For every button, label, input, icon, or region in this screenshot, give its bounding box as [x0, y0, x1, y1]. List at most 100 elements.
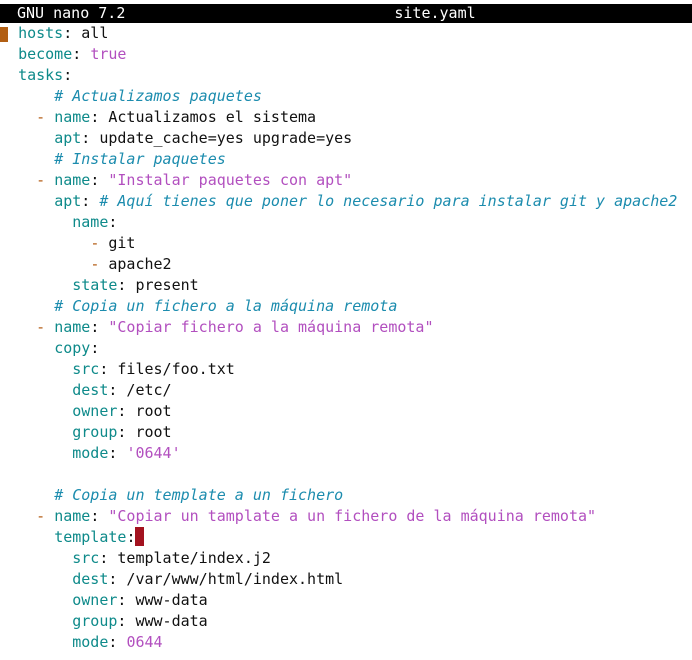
code-token: - [36, 507, 55, 525]
editor-line[interactable]: - name: "Copiar fichero a la máquina rem… [0, 317, 692, 338]
editor-line[interactable]: - apache2 [0, 254, 692, 275]
code-token: git [108, 234, 136, 252]
editor-line[interactable]: mode: '0644' [0, 443, 692, 464]
editor-line[interactable]: hosts: all [0, 23, 692, 44]
editor-line[interactable]: apt: # Aquí tienes que poner lo necesari… [0, 191, 692, 212]
code-token: copy [54, 339, 91, 357]
code-token: dest [72, 570, 109, 588]
editor-line[interactable]: # Copia un fichero a la máquina remota [0, 296, 692, 317]
editor-line[interactable]: # Instalar paquetes [0, 149, 692, 170]
code-token: : www-data [117, 591, 208, 609]
editor-line[interactable]: group: root [0, 422, 692, 443]
code-token: : [108, 633, 127, 651]
editor-line[interactable]: tasks: [0, 65, 692, 86]
code-token: : root [117, 402, 172, 420]
code-token: dest [72, 381, 109, 399]
code-token: "Copiar fichero a la máquina remota" [108, 318, 434, 336]
code-token: mode [72, 444, 109, 462]
editor-line[interactable]: become: true [0, 44, 692, 65]
editor-line[interactable] [0, 464, 692, 485]
editor-line[interactable]: template: [0, 527, 692, 548]
code-token: : [126, 528, 136, 546]
code-token: : /var/www/html/index.html [108, 570, 344, 588]
editor-line[interactable]: # Copia un template a un fichero [0, 485, 692, 506]
code-token: : [108, 444, 127, 462]
code-token: hosts [18, 24, 64, 42]
editor-line[interactable]: group: www-data [0, 611, 692, 632]
editor-line[interactable]: # Actualizamos paquetes [0, 86, 692, 107]
code-token: name [72, 213, 109, 231]
editor-line[interactable]: - git [0, 233, 692, 254]
editor-line[interactable]: owner: root [0, 401, 692, 422]
code-token: : Actualizamos el sistema [90, 108, 317, 126]
code-token: : [81, 192, 100, 210]
code-token: : [108, 213, 118, 231]
editor-line[interactable]: - name: "Copiar un tamplate a un fichero… [0, 506, 692, 527]
editor-line[interactable]: dest: /var/www/html/index.html [0, 569, 692, 590]
editor-line[interactable]: - name: "Instalar paquetes con apt" [0, 170, 692, 191]
editor-line[interactable]: - name: Actualizamos el sistema [0, 107, 692, 128]
code-token: # Copia un template a un fichero [54, 486, 344, 504]
code-token: apt [54, 129, 82, 147]
file-name-label: site.yaml [394, 4, 476, 22]
code-token: template [54, 528, 127, 546]
editor-line[interactable]: dest: /etc/ [0, 380, 692, 401]
editor-line[interactable]: mode: 0644 [0, 632, 692, 653]
editor-line[interactable]: src: files/foo.txt [0, 359, 692, 380]
code-token: : www-data [117, 612, 208, 630]
code-token: : [72, 45, 91, 63]
editor-line[interactable]: apt: update_cache=yes upgrade=yes [0, 128, 692, 149]
code-token: name [54, 507, 91, 525]
editor-text-area[interactable]: hosts: all become: true tasks: # Actuali… [0, 23, 692, 653]
code-token: : all [63, 24, 109, 42]
nano-title-bar: GNU nano 7.2 site.yaml [0, 4, 692, 23]
editor-line[interactable]: state: present [0, 275, 692, 296]
code-token: : [90, 339, 100, 357]
code-token: : template/index.j2 [99, 549, 271, 567]
editor-line[interactable]: copy: [0, 338, 692, 359]
editor-line[interactable]: src: template/index.j2 [0, 548, 692, 569]
code-token: name [54, 318, 91, 336]
code-token: group [72, 423, 118, 441]
code-token: # Aquí tienes que poner lo necesario par… [99, 192, 678, 210]
editor-line[interactable]: owner: www-data [0, 590, 692, 611]
code-token: : /etc/ [108, 381, 172, 399]
code-token: : update_cache=yes upgrade=yes [81, 129, 353, 147]
code-token: owner [72, 591, 118, 609]
code-token: apache2 [108, 255, 172, 273]
code-token: # Instalar paquetes [54, 150, 226, 168]
code-token: 0644 [126, 633, 163, 651]
text-cursor [135, 527, 145, 546]
editor-line[interactable]: name: [0, 212, 692, 233]
